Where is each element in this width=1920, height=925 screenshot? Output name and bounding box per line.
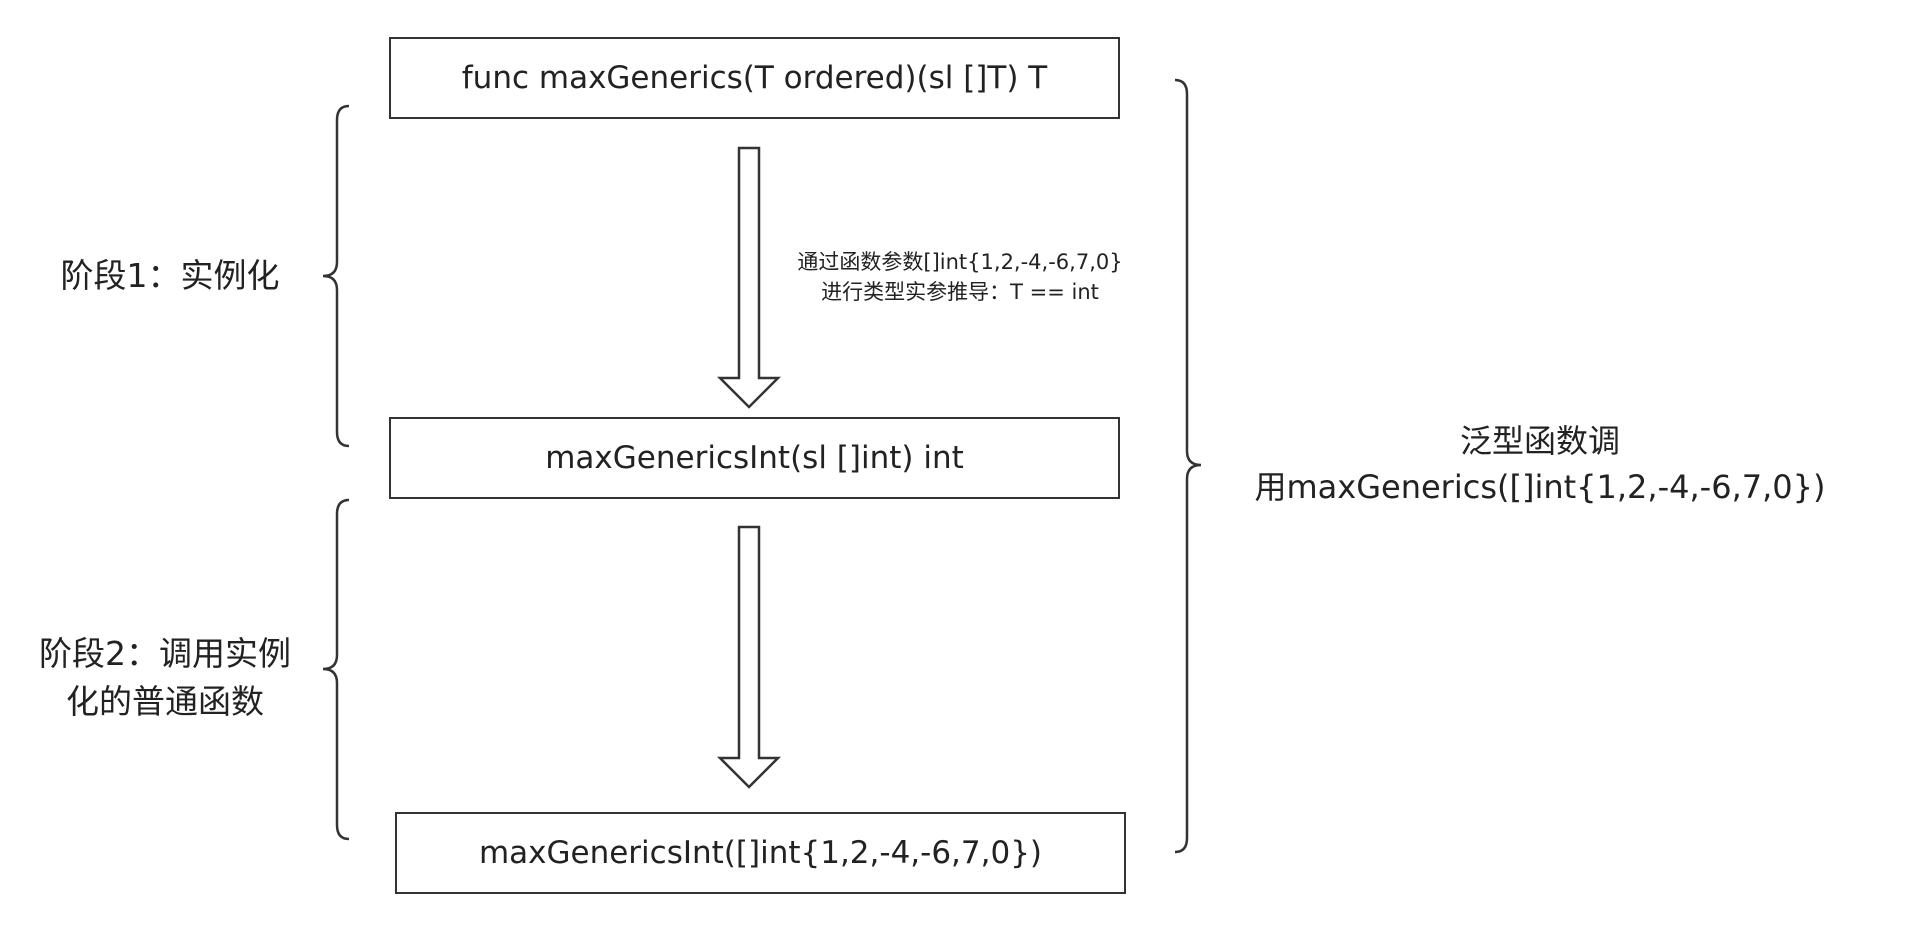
instantiated-function-text: maxGenericsInt(sl []int) int [545,440,964,476]
call-arrow [716,525,782,789]
generic-call-brace [1174,78,1202,854]
generic-signature-text: func maxGenerics(T ordered)(sl []T) T [461,60,1048,96]
generic-signature-box: func maxGenerics(T ordered)(sl []T) T [389,37,1120,119]
stage1-brace [322,104,350,448]
generic-call-label-line2: 用maxGenerics([]int{1,2,-4,-6,7,0}) [1254,468,1826,506]
stage2-label: 阶段2：调用实例 化的普通函数 [20,630,310,726]
stage2-label-line1: 阶段2：调用实例 [39,634,291,673]
stage1-label-line1: 阶段1：实例化 [60,256,280,295]
instantiated-call-text: maxGenericsInt([]int{1,2,-4,-6,7,0}) [478,835,1043,871]
instantiated-function-box: maxGenericsInt(sl []int) int [389,417,1120,499]
type-inference-note: 通过函数参数[]int{1,2,-4,-6,7,0} 进行类型实参推导：T ==… [700,247,1220,307]
type-inference-note-line2: 进行类型实参推导：T == int [821,280,1099,304]
instantiated-call-box: maxGenericsInt([]int{1,2,-4,-6,7,0}) [395,812,1126,894]
type-inference-note-line1: 通过函数参数[]int{1,2,-4,-6,7,0} [797,250,1123,274]
stage1-label: 阶段1：实例化 [40,252,300,300]
generic-call-label-line1: 泛型函数调 [1459,422,1620,460]
stage2-label-line2: 化的普通函数 [66,682,264,721]
stage2-brace [322,498,350,841]
generic-call-label: 泛型函数调 用maxGenerics([]int{1,2,-4,-6,7,0}) [1230,418,1850,510]
